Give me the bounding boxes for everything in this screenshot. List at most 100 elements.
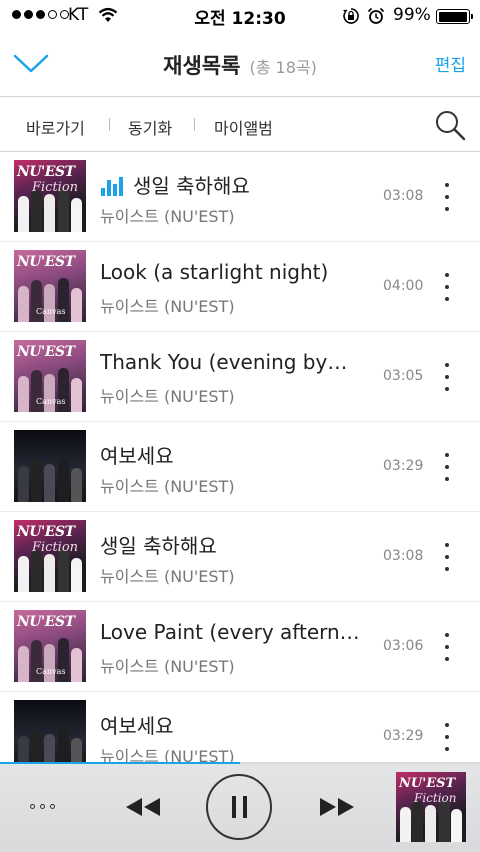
now-playing-equalizer-icon (101, 176, 125, 196)
album-art-figure (18, 646, 29, 682)
album-art-figure (71, 288, 82, 322)
song-row[interactable]: 여보세요뉴이스트 (NU'EST) 03:29 (0, 692, 480, 762)
pause-icon (232, 796, 236, 818)
now-playing-album-art[interactable]: NU'EST Fiction (396, 772, 466, 842)
song-artist: 뉴이스트 (NU'EST) (100, 567, 235, 586)
alarm-icon (367, 7, 385, 24)
song-title: 여보세요 (100, 714, 174, 738)
page-title-area: 재생목록 (총 18곡) (0, 50, 480, 80)
album-art-figure (18, 556, 29, 592)
album-art-figure (71, 468, 82, 502)
song-artist: 뉴이스트 (NU'EST) (100, 747, 235, 762)
more-vertical-icon[interactable] (437, 179, 457, 215)
album-art-caption: Canvas (36, 397, 66, 406)
sync-button[interactable]: 동기화 (128, 115, 172, 139)
status-bar: KT 오전 12:30 99% (0, 0, 480, 32)
album-art-figure (31, 550, 42, 592)
my-album-button[interactable]: 마이앨범 (214, 115, 273, 139)
song-row[interactable]: 여보세요뉴이스트 (NU'EST) 03:29 (0, 422, 480, 512)
album-art-figure (71, 738, 82, 762)
song-row[interactable]: NU'EST Fiction 생일 축하해요뉴이스트 (NU'EST) 03:08 (0, 512, 480, 602)
album-art-logo: NU'EST (17, 254, 75, 270)
album-art-figure (18, 196, 29, 232)
album-art-figure (71, 558, 82, 592)
more-vertical-icon[interactable] (437, 269, 457, 305)
song-duration: 03:08 (383, 548, 424, 564)
album-art-subtitle: Fiction (414, 791, 457, 805)
album-art-caption: Canvas (36, 307, 66, 316)
more-vertical-icon[interactable] (437, 539, 457, 575)
mini-player: NU'EST Fiction (0, 764, 480, 852)
fast-forward-icon[interactable] (318, 796, 356, 818)
album-art-logo: NU'EST (17, 524, 75, 540)
album-art: NU'EST Fiction (14, 520, 86, 592)
more-vertical-icon[interactable] (437, 449, 457, 485)
song-duration: 04:00 (383, 278, 424, 294)
album-art-caption: Canvas (36, 667, 66, 676)
song-duration: 03:05 (383, 368, 424, 384)
song-title: 여보세요 (100, 444, 174, 468)
more-vertical-icon[interactable] (437, 629, 457, 665)
song-row[interactable]: NU'EST Canvas Love Paint (every aftern… 뉴이스… (0, 602, 480, 692)
album-art-figure (18, 286, 29, 322)
song-artist: 뉴이스트 (NU'EST) (100, 207, 235, 226)
rotation-lock-icon (343, 8, 359, 24)
album-art-logo: NU'EST (17, 344, 75, 360)
song-title: Love Paint (every aftern… (100, 620, 360, 644)
song-row[interactable]: NU'EST Canvas Thank You (evening by… 뉴이스트 (… (0, 332, 480, 422)
search-icon[interactable] (434, 109, 466, 141)
song-count: (총 18곡) (249, 58, 317, 77)
more-vertical-icon[interactable] (437, 719, 457, 755)
edit-button[interactable]: 편집 (435, 51, 466, 76)
album-art-figure (18, 376, 29, 412)
playlist-toolbar: 바로가기 동기화 마이앨범 (0, 97, 480, 151)
album-art-subtitle: Fiction (32, 540, 79, 555)
song-title: Look (a starlight night) (100, 260, 329, 284)
album-art-figure (18, 466, 29, 502)
album-art-logo: NU'EST (17, 164, 75, 180)
song-duration: 03:29 (383, 728, 424, 744)
more-vertical-icon[interactable] (437, 359, 457, 395)
album-art-logo: NU'EST (399, 776, 456, 791)
album-art-figure (44, 464, 55, 502)
rewind-icon[interactable] (124, 796, 162, 818)
song-duration: 03:06 (383, 638, 424, 654)
divider (194, 118, 195, 131)
album-art (14, 700, 86, 762)
album-art-figure (425, 805, 437, 842)
album-art-figure (412, 801, 424, 842)
song-artist: 뉴이스트 (NU'EST) (100, 477, 235, 496)
song-artist: 뉴이스트 (NU'EST) (100, 297, 235, 316)
album-art-figure (438, 799, 450, 842)
album-art-figure (71, 198, 82, 232)
battery-percent: 99% (393, 5, 431, 25)
song-row[interactable]: NU'EST Canvas Look (a starlight night) 뉴이스트… (0, 242, 480, 332)
album-art-figure (44, 374, 55, 412)
song-row[interactable]: NU'EST Fiction 생일 축하해요 뉴이스트 (NU'EST) 03:08 (0, 152, 480, 242)
album-art-figure (31, 460, 42, 502)
song-title: 생일 축하해요 (133, 174, 250, 198)
more-horizontal-icon[interactable] (30, 804, 55, 809)
song-artist: 뉴이스트 (NU'EST) (100, 387, 235, 406)
album-art-figure (18, 736, 29, 762)
album-art (14, 430, 86, 502)
album-art-logo: NU'EST (17, 614, 75, 630)
album-art-figure (44, 554, 55, 592)
pause-button[interactable] (206, 774, 272, 840)
page-title: 재생목록 (163, 54, 241, 78)
album-art-figure (44, 284, 55, 322)
shortcut-button[interactable]: 바로가기 (26, 115, 85, 139)
album-art-figure (31, 730, 42, 762)
song-artist: 뉴이스트 (NU'EST) (100, 657, 235, 676)
song-title: Thank You (evening by… (100, 350, 348, 374)
album-art-figure (44, 194, 55, 232)
song-list: NU'EST Fiction 생일 축하해요 뉴이스트 (NU'EST) 03:08 NU… (0, 152, 480, 762)
song-title: 생일 축하해요 (100, 534, 217, 558)
album-art-figure (71, 648, 82, 682)
album-art: NU'EST Canvas (14, 250, 86, 322)
song-duration: 03:29 (383, 458, 424, 474)
album-art: NU'EST Canvas (14, 610, 86, 682)
album-art-subtitle: Fiction (32, 180, 79, 195)
album-art: NU'EST Fiction (14, 160, 86, 232)
album-art-figure (44, 644, 55, 682)
